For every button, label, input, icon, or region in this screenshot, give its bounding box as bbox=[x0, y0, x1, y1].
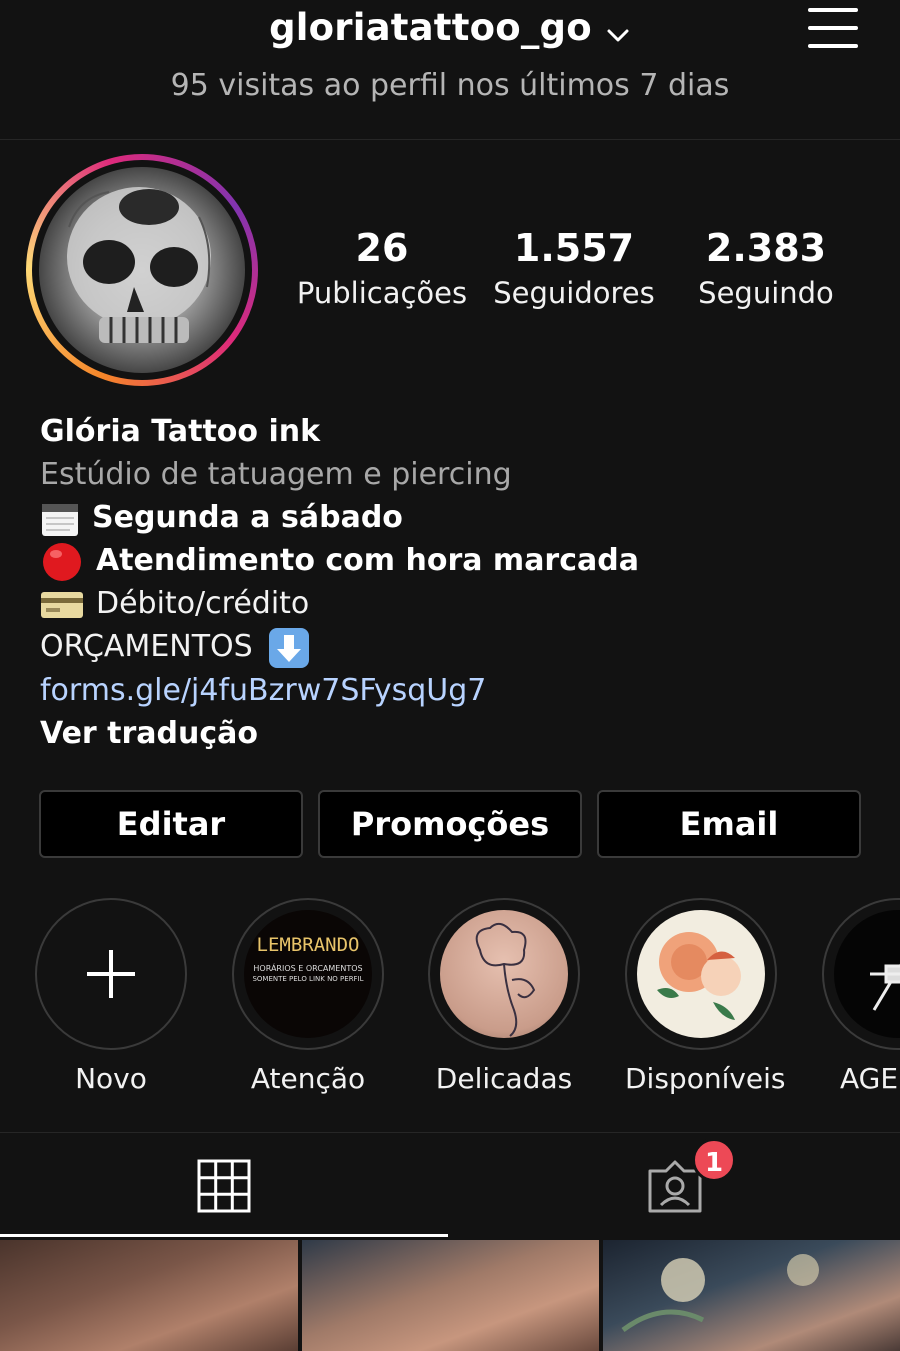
highlight-new[interactable]: Novo bbox=[35, 898, 187, 1095]
highlight-label: Disponíveis bbox=[625, 1062, 786, 1095]
highlight-label: AGE bbox=[840, 1062, 899, 1095]
profile-page: gloriatattoo_go 95 visitas ao perfil nos… bbox=[0, 0, 900, 1351]
highlight-disponiveis[interactable]: Disponíveis bbox=[625, 898, 786, 1095]
stat-label: Publicações bbox=[296, 276, 468, 310]
bio-link[interactable]: forms.gle/j4fuBzrw7SFysqUg7 bbox=[40, 669, 880, 712]
highlight-atencao[interactable]: LEMBRANDO HORÁRIOS E ORCAMENTOS SOMENTE … bbox=[232, 898, 384, 1095]
translate-link[interactable]: Ver tradução bbox=[40, 712, 880, 755]
stat-value: 1.557 bbox=[513, 226, 635, 270]
grid-icon[interactable] bbox=[197, 1159, 251, 1213]
stat-value: 2.383 bbox=[705, 226, 827, 270]
profile-tabs bbox=[0, 1132, 900, 1238]
bio-line-appointment: Atendimento com hora marcada bbox=[40, 539, 880, 582]
bio-line-payment: Débito/crédito bbox=[40, 582, 880, 625]
active-tab-indicator bbox=[0, 1234, 448, 1237]
highlight-cover: LEMBRANDO HORÁRIOS E ORCAMENTOS SOMENTE … bbox=[244, 910, 372, 1038]
skull-image bbox=[67, 187, 211, 343]
highlight-label: Delicadas bbox=[435, 1062, 573, 1095]
highlight-delicadas[interactable]: Delicadas bbox=[428, 898, 580, 1095]
bio: Glória Tattoo ink Estúdio de tatuagem e … bbox=[40, 410, 880, 755]
floral-pattern-image bbox=[621, 1254, 819, 1333]
profile-visits-text[interactable]: 95 visitas ao perfil nos últimos 7 dias bbox=[0, 68, 900, 103]
arrow-down-icon bbox=[269, 627, 310, 668]
plus-icon bbox=[87, 950, 135, 998]
stat-label: Seguindo bbox=[698, 276, 834, 310]
bio-line-schedule: Segunda a sábado bbox=[40, 496, 880, 539]
stat-label: Seguidores bbox=[493, 276, 655, 310]
rose-lady-tattoo-image bbox=[657, 932, 741, 1020]
profile-header: gloriatattoo_go 95 visitas ao perfil nos… bbox=[0, 0, 900, 140]
highlight-label: Novo bbox=[75, 1062, 147, 1095]
username: gloriatattoo_go bbox=[269, 6, 592, 49]
post-thumbnail[interactable] bbox=[0, 1240, 298, 1351]
highlight-label: Atenção bbox=[250, 1062, 366, 1095]
calendar-icon bbox=[42, 503, 78, 536]
highlight-cover bbox=[440, 910, 568, 1038]
highlight-agenda[interactable]: AGE bbox=[822, 898, 900, 1095]
stat-following[interactable]: 2.383 Seguindo bbox=[671, 226, 861, 310]
profile-category: Estúdio de tatuagem e piercing bbox=[40, 457, 512, 492]
post-thumbnail[interactable] bbox=[302, 1240, 599, 1351]
stat-followers[interactable]: 1.557 Seguidores bbox=[479, 226, 669, 310]
credit-card-icon bbox=[41, 591, 83, 618]
avatar bbox=[39, 167, 245, 373]
post-thumbnail[interactable] bbox=[603, 1240, 900, 1351]
red-circle-icon bbox=[43, 542, 81, 581]
hamburger-menu-icon[interactable] bbox=[808, 6, 858, 48]
flower-tattoo-image bbox=[475, 922, 536, 1037]
tagged-notification-badge: 1 bbox=[692, 1138, 736, 1182]
highlight-cover bbox=[637, 910, 765, 1038]
highlight-cover bbox=[834, 910, 900, 1038]
tattoo-machine-icon bbox=[870, 963, 900, 1011]
chevron-down-icon bbox=[607, 29, 629, 41]
profile-name: Glória Tattoo ink bbox=[40, 414, 321, 449]
stat-posts[interactable]: 26 Publicações bbox=[287, 226, 477, 310]
account-switcher[interactable]: gloriatattoo_go bbox=[0, 6, 900, 49]
stat-value: 26 bbox=[355, 226, 409, 270]
edit-profile-button[interactable]: Editar bbox=[39, 790, 303, 858]
bio-line-quotes: ORÇAMENTOS bbox=[40, 625, 880, 669]
email-button[interactable]: Email bbox=[597, 790, 861, 858]
promotions-button[interactable]: Promoções bbox=[318, 790, 582, 858]
story-ring[interactable] bbox=[26, 154, 258, 386]
